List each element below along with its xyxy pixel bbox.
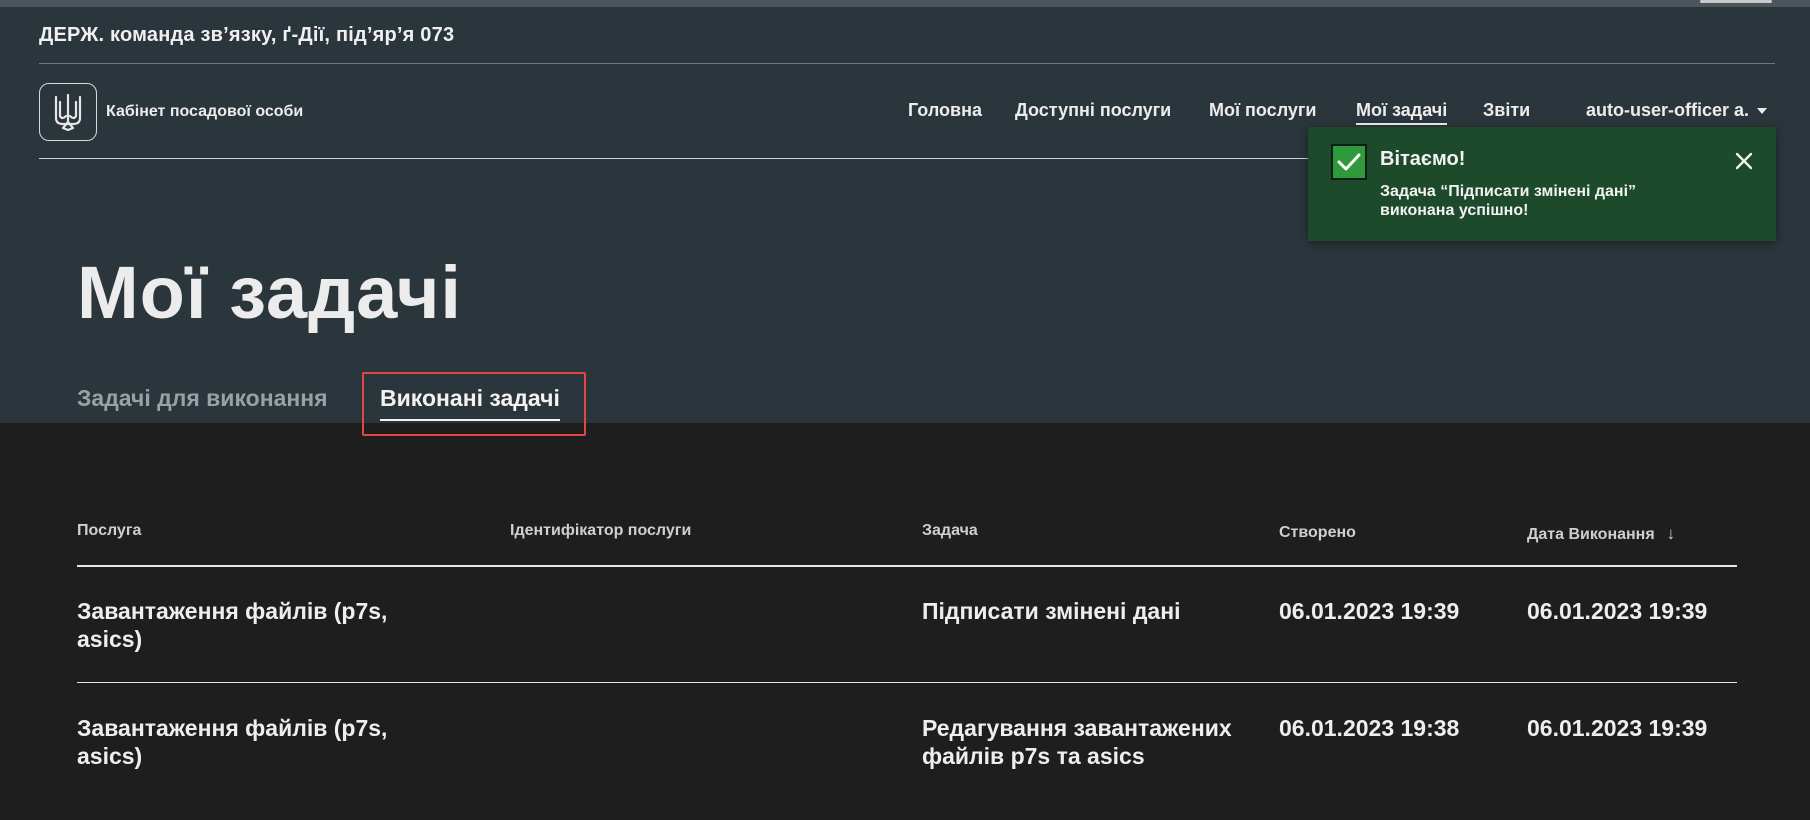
cell-completed: 06.01.2023 19:39 [1527,598,1708,624]
success-toast: Вітаємо! Задача “Підписати змінені дані”… [1308,127,1776,241]
header-divider [39,63,1775,64]
user-name: auto-user-officer a. [1586,100,1750,120]
cell-service: Завантаження файлів (p7s, asics) [77,598,388,652]
cell-task: Підписати змінені дані [922,598,1181,624]
table-row-divider [77,682,1737,683]
column-header-task: Задача [922,522,978,539]
window-top-strip [0,0,1810,7]
nav-item-reports[interactable]: Звіти [1483,100,1530,121]
user-menu[interactable]: auto-user-officer a. [1586,100,1768,121]
check-icon [1337,153,1361,171]
close-icon[interactable] [1731,148,1757,174]
column-header-completed[interactable]: Дата Виконання ↓ [1527,524,1675,544]
close-x-icon [1735,152,1753,170]
main-nav: Головна Доступні послуги Мої послуги Мої… [0,100,1810,130]
nav-divider [39,158,1339,159]
column-header-completed-label: Дата Виконання [1527,526,1655,543]
nav-item-home[interactable]: Головна [908,100,982,121]
toast-title: Вітаємо! [1380,148,1466,170]
toast-message: Задача “Підписати змінені дані” виконана… [1380,183,1637,219]
tab-tasks-to-do[interactable]: Задачі для виконання [77,385,328,412]
nav-item-my-services[interactable]: Мої послуги [1209,100,1316,121]
org-name: ДЕРЖ. команда зв’язку, ґ-Дії, під’яр’я 0… [39,24,455,46]
nav-item-my-tasks[interactable]: Мої задачі [1356,100,1448,125]
cell-created: 06.01.2023 19:39 [1279,598,1460,624]
tab-completed-tasks[interactable]: Виконані задачі [380,385,560,421]
page-title: Мої задачі [77,251,462,334]
nav-item-available-services[interactable]: Доступні послуги [1015,100,1171,121]
cell-service: Завантаження файлів (p7s, asics) [77,715,388,769]
chevron-down-icon [1757,107,1768,114]
checkmark-icon [1331,144,1367,180]
column-header-created[interactable]: Створено [1279,524,1356,542]
column-header-service: Послуга [77,522,142,539]
cell-task: Редагування завантажених файлів p7s та a… [922,715,1232,769]
cell-completed: 06.01.2023 19:39 [1527,715,1708,741]
scroll-knob[interactable] [1700,0,1772,3]
column-header-service-id: Ідентифікатор послуги [510,522,692,539]
arrow-down-icon[interactable]: ↓ [1667,524,1676,544]
table-header-divider [77,565,1737,567]
cell-created: 06.01.2023 19:38 [1279,715,1460,741]
